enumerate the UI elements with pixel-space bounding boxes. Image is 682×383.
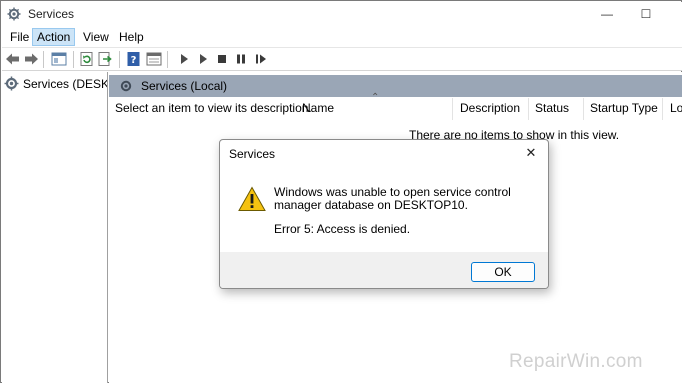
toolbar-divider [119,51,120,68]
svg-text:?: ? [131,55,137,66]
toolbar-divider [73,51,74,68]
tree-item-label: Services (DESKTOP10) [23,77,108,91]
services-gear-icon [7,7,21,21]
start-service-icon[interactable] [176,51,192,67]
column-divider[interactable] [583,98,584,120]
menu-help[interactable]: Help [115,28,148,46]
refresh-icon[interactable] [79,51,95,67]
back-arrow-icon[interactable] [5,51,21,67]
menu-file[interactable]: File [6,28,33,46]
start-service-alt-icon[interactable] [195,51,211,67]
menu-bar: File Action View Help [2,26,682,47]
help-icon[interactable]: ? [126,51,142,67]
dialog-title: Services [229,147,276,161]
column-header-status[interactable]: Status [535,98,569,120]
column-header-description[interactable]: Description [460,98,520,120]
title-bar: Services — ☐ [2,2,682,26]
window-title: Services [28,7,75,21]
console-tree-pane: Services (DESKTOP10) [2,72,108,383]
export-list-icon[interactable] [97,51,113,67]
toolbar: ? [2,47,682,71]
menu-view[interactable]: View [79,28,113,46]
dialog-close-button[interactable]: ✕ [520,143,542,163]
sort-chevron-up-icon: ⌃ [371,92,380,103]
maximize-button[interactable]: ☐ [636,5,656,23]
properties-icon[interactable] [146,51,162,67]
column-header-name[interactable]: Name [302,98,334,120]
ok-button[interactable]: OK [471,262,535,282]
toolbar-divider [43,51,44,68]
column-divider[interactable] [528,98,529,120]
dialog-error-code: Error 5: Access is denied. [274,222,411,236]
toolbar-divider [167,51,168,68]
dialog-message: Windows was unable to open service contr… [274,185,511,212]
dialog-body: Windows was unable to open service contr… [220,168,548,252]
watermark-logo: RepairWin.com [509,351,643,372]
pane-header: Services (Local) [109,75,682,97]
minimize-button[interactable]: — [597,5,617,23]
services-window: Services — ☐ File Action View Help ? Ser… [0,0,682,383]
dialog-footer: OK [220,252,548,288]
pane-header-title: Services (Local) [141,79,228,93]
pause-service-icon[interactable] [233,51,249,67]
column-header-startup-type[interactable]: Startup Type [590,98,658,120]
column-divider[interactable] [662,98,663,120]
warning-icon [238,186,266,211]
forward-arrow-icon[interactable] [23,51,39,67]
error-dialog: Services ✕ Windows was unable to open se… [219,139,549,289]
stop-service-icon[interactable] [214,51,230,67]
column-divider[interactable] [452,98,453,120]
services-gear-icon [120,80,132,92]
description-hint: Select an item to view its description. [115,101,312,115]
column-header-log-on-as[interactable]: Log On As [670,98,682,120]
menu-action[interactable]: Action [32,28,76,46]
show-hide-tree-icon[interactable] [51,51,67,67]
services-gear-icon [4,76,19,91]
restart-service-icon[interactable] [253,51,269,67]
